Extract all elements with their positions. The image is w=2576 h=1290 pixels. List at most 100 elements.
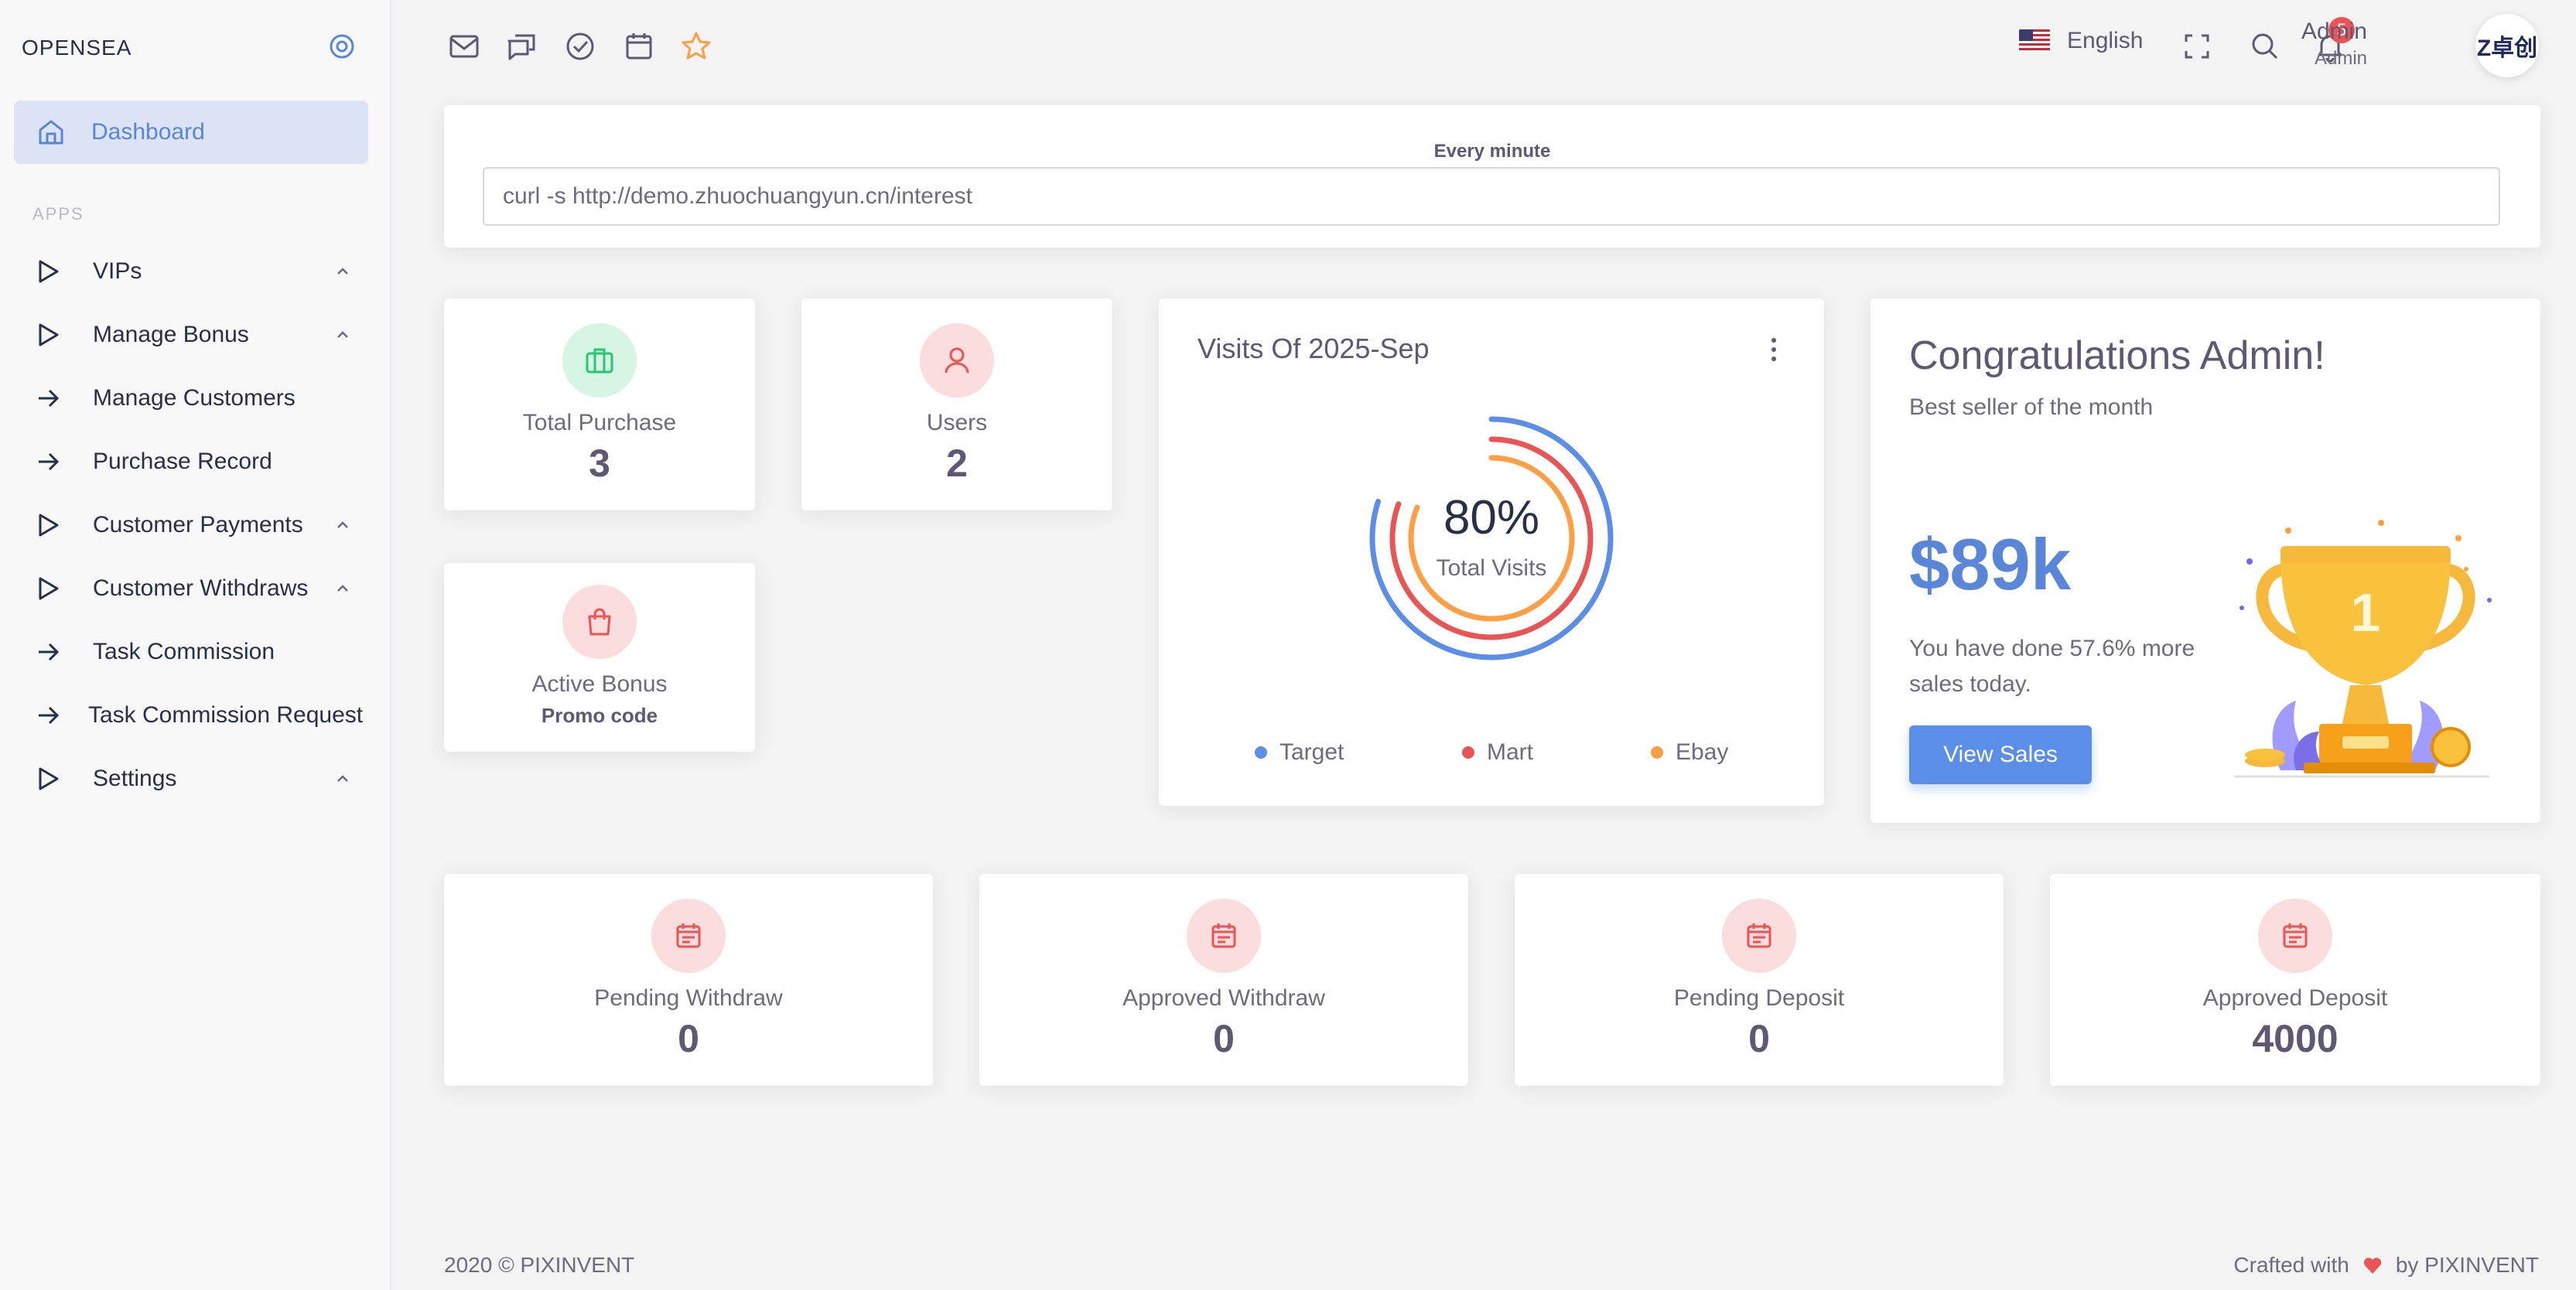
arrow-right-icon	[39, 706, 60, 725]
arrow-right-icon	[39, 643, 60, 661]
footer-crafted: Crafted with	[2233, 1253, 2349, 1277]
briefcase-icon	[562, 323, 637, 398]
stat-label: Pending Deposit	[1673, 985, 1845, 1011]
chart-title: Visits Of 2025-Sep	[1197, 333, 1430, 364]
legend-label: Ebay	[1676, 739, 1729, 765]
sidebar: OPENSEA Dashboard APPS VIPs Manage Bonus M…	[0, 0, 391, 1290]
sidebar-item-manage-bonus[interactable]: Manage Bonus	[0, 303, 391, 367]
sidebar-item-label: Manage Bonus	[93, 322, 249, 347]
stat-value: 0	[678, 1017, 699, 1060]
chat-icon[interactable]	[504, 29, 538, 63]
sidebar-item-settings[interactable]: Settings	[0, 747, 391, 811]
play-icon	[39, 514, 59, 537]
footer-credit: Crafted with by PIXINVENT	[2233, 1253, 2539, 1278]
us-flag-icon	[2019, 29, 2050, 53]
stat-value: 0	[1213, 1017, 1235, 1060]
sidebar-item-vips[interactable]: VIPs	[0, 240, 391, 303]
total-purchase-card: Total Purchase 3	[444, 299, 755, 510]
sidebar-item-task-commission-request[interactable]: Task Commission Request	[0, 684, 391, 747]
heart-icon	[2363, 1258, 2381, 1274]
trophy-icon: 1	[2234, 520, 2492, 778]
approved-deposit-card: Approved Deposit 4000	[2050, 874, 2540, 1086]
legend-dot	[1462, 746, 1474, 759]
users-card: Users 2	[801, 299, 1112, 510]
collapse-toggle-icon[interactable]	[328, 32, 356, 60]
section-header-apps: APPS	[32, 204, 84, 224]
stat-label: Approved Deposit	[2202, 985, 2388, 1011]
footer-by: by PIXINVENT	[2395, 1253, 2539, 1277]
sidebar-item-customer-withdraws[interactable]: Customer Withdraws	[0, 557, 391, 620]
pending-deposit-card: Pending Deposit 0	[1515, 874, 2004, 1086]
check-circle-icon[interactable]	[563, 29, 597, 63]
gauge-percentage: 80%	[1443, 491, 1540, 544]
user-name[interactable]: Admin	[2301, 19, 2367, 45]
legend-item-mart: Mart	[1462, 739, 1533, 766]
sidebar-item-label: Task Commission Request	[88, 702, 364, 728]
stat-label: Pending Withdraw	[594, 985, 783, 1011]
view-sales-button[interactable]: View Sales	[1909, 725, 2092, 784]
stat-value: 2	[946, 442, 968, 485]
sidebar-item-label: Task Commission	[93, 639, 275, 664]
calendar-icon	[2258, 899, 2332, 973]
sidebar-item-label: Customer Withdraws	[93, 575, 309, 601]
brand-name[interactable]: OPENSEA	[22, 36, 132, 60]
shopping-bag-icon	[562, 585, 637, 659]
sidebar-item-label: Settings	[93, 766, 177, 791]
stat-label: Active Bonus	[531, 671, 668, 697]
cron-command-input[interactable]	[483, 167, 2500, 226]
sidebar-item-label: VIPs	[93, 258, 142, 284]
legend-item-target: Target	[1255, 739, 1344, 766]
sidebar-item-manage-customers[interactable]: Manage Customers	[0, 367, 391, 430]
legend-item-ebay: Ebay	[1651, 739, 1728, 766]
footer-copyright: 2020 © PIXINVENT	[444, 1253, 635, 1277]
chevron-up-icon[interactable]	[333, 261, 353, 282]
calendar-icon[interactable]	[622, 29, 656, 63]
sidebar-item-label: Manage Customers	[93, 385, 296, 411]
mail-icon[interactable]	[447, 29, 481, 63]
avatar[interactable]: Z卓创	[2475, 14, 2539, 77]
play-icon	[39, 260, 59, 283]
visits-chart-card: Visits Of 2025-Sep 80% Total Visits Targ…	[1159, 299, 1824, 806]
sidebar-item-purchase-record[interactable]: Purchase Record	[0, 430, 391, 493]
language-label: English	[2067, 28, 2144, 53]
congrats-subtitle: Best seller of the month	[1909, 394, 2154, 420]
svg-text:1: 1	[2351, 582, 2381, 643]
chevron-up-icon[interactable]	[333, 578, 353, 599]
cron-label: Every minute	[1433, 141, 1551, 162]
legend-dot	[1651, 746, 1663, 759]
sales-amount: $89k	[1909, 524, 2072, 605]
sidebar-item-label: Purchase Record	[93, 449, 272, 474]
active-bonus-card: Active Bonus Promo code	[444, 563, 755, 752]
stat-label: Approved Withdraw	[1122, 985, 1325, 1011]
gauge-label: Total Visits	[1436, 555, 1547, 581]
sidebar-item-customer-payments[interactable]: Customer Payments	[0, 493, 391, 557]
sales-description: You have done 57.6% more sales today.	[1909, 636, 2195, 697]
chevron-up-icon[interactable]	[333, 325, 353, 345]
language-selector[interactable]: English	[2019, 28, 2143, 54]
legend-dot	[1255, 746, 1267, 759]
star-icon[interactable]	[679, 29, 713, 63]
arrow-right-icon	[39, 389, 60, 408]
stat-sub-label: Promo code	[541, 704, 658, 727]
sidebar-item-task-commission[interactable]: Task Commission	[0, 620, 391, 684]
pending-withdraw-card: Pending Withdraw 0	[444, 874, 933, 1086]
sidebar-item-label: Dashboard	[91, 119, 205, 145]
congratulations-card: Congratulations Admin! Best seller of th…	[1871, 299, 2540, 823]
legend-label: Target	[1279, 739, 1344, 765]
chevron-up-icon[interactable]	[333, 515, 353, 535]
chevron-up-icon[interactable]	[333, 769, 353, 789]
user-role: Admin	[2314, 48, 2367, 69]
stat-value: 3	[589, 442, 610, 485]
congrats-title: Congratulations Admin!	[1909, 333, 2325, 378]
search-icon[interactable]	[2248, 29, 2282, 63]
fullscreen-icon[interactable]	[2180, 29, 2214, 63]
cron-card: Every minute	[444, 105, 2540, 247]
arrow-right-icon	[39, 452, 60, 471]
play-icon	[39, 323, 59, 346]
stat-value: 0	[1748, 1017, 1770, 1060]
calendar-icon	[1722, 899, 1796, 973]
more-vertical-icon[interactable]	[1762, 334, 1785, 365]
play-icon	[39, 577, 59, 600]
stat-label: Total Purchase	[522, 410, 677, 435]
sidebar-item-dashboard[interactable]: Dashboard	[14, 101, 368, 164]
